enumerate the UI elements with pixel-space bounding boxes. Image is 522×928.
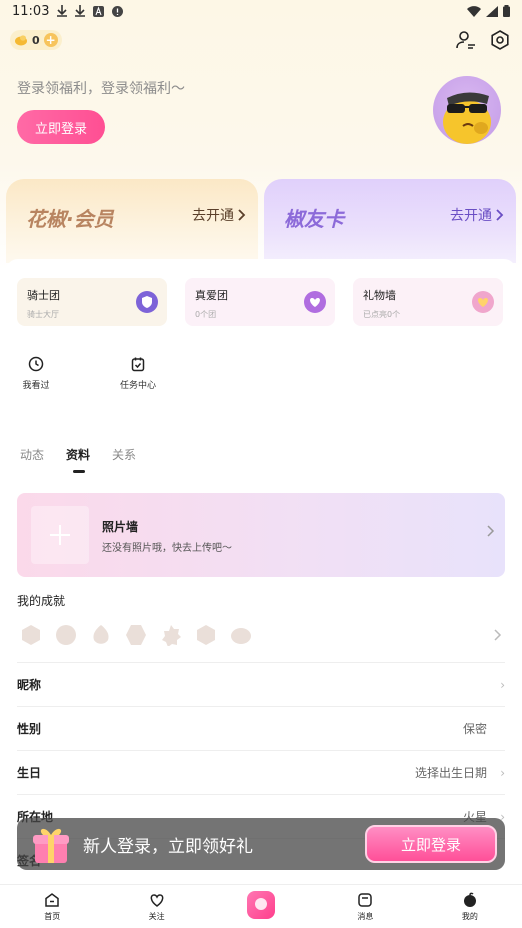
nav-live[interactable] [209, 885, 313, 928]
vip-open-link[interactable]: 去开通 [192, 205, 246, 225]
birthday-value: 选择出生日期 [414, 766, 487, 780]
gender-row[interactable]: 性别 保密 [17, 706, 505, 750]
bottom-nav: 首页 关注 消息 我的 [0, 884, 522, 928]
gift-wall-card[interactable]: 礼物墙 已点亮0个 [353, 278, 503, 326]
chevron-right-icon [487, 525, 495, 537]
history-label: 我看过 [22, 381, 50, 391]
chevron-right-icon [238, 209, 246, 221]
mascot-avatar-icon [443, 92, 491, 144]
coin-balance[interactable]: 0 + [10, 30, 62, 50]
vip-membership-title: 花椒·会员 [26, 207, 114, 231]
coin-count: 0 [32, 33, 40, 47]
status-time: 11:03 [12, 3, 50, 19]
chevron-right-icon: › [500, 765, 505, 780]
login-button[interactable]: 立即登录 [17, 110, 105, 144]
shield-icon [136, 291, 158, 313]
follow-heart-icon [150, 894, 164, 907]
tab-relations[interactable]: 关系 [112, 446, 136, 463]
achievement-badge-icon [162, 625, 181, 646]
chevron-right-icon [496, 209, 504, 221]
download-icon [57, 5, 68, 17]
coin-icon [15, 35, 27, 46]
home-icon [45, 893, 59, 907]
fan-card-open-label: 去开通 [450, 208, 492, 224]
promo-text: 新人登录，立即领好礼 [83, 837, 253, 857]
alert-icon [112, 5, 124, 17]
nav-home[interactable]: 首页 [0, 885, 104, 928]
fan-card-title: 椒友卡 [284, 207, 344, 231]
achievement-badge-icon [197, 625, 215, 645]
profile-pepper-icon [463, 892, 476, 907]
live-center-icon [247, 891, 276, 919]
promo-login-button[interactable]: 立即登录 [365, 825, 497, 863]
nickname-label: 昵称 [17, 678, 42, 692]
task-center-link[interactable]: 任务中心 [108, 356, 168, 391]
wifi-icon [467, 5, 481, 17]
achievement-badge-icon [56, 625, 76, 645]
add-coin-icon[interactable]: + [43, 33, 58, 47]
achievement-badges[interactable] [20, 624, 252, 646]
settings-icon[interactable] [489, 29, 511, 51]
chevron-right-icon[interactable] [494, 629, 502, 641]
achievement-badge-icon [231, 628, 251, 644]
birthday-label: 生日 [17, 766, 42, 780]
nav-home-label: 首页 [44, 912, 61, 921]
signal-icon [486, 5, 498, 17]
gift-wall-sub: 已点亮0个 [363, 310, 401, 319]
nav-follow-label: 关注 [148, 912, 165, 921]
fan-card-open-link[interactable]: 去开通 [450, 205, 504, 225]
history-link[interactable]: 我看过 [6, 356, 66, 391]
knight-group-sub: 骑士大厅 [27, 310, 59, 319]
nickname-row[interactable]: 昵称 › [17, 662, 505, 706]
photo-wall-subtitle: 还没有照片哦，快去上传吧～ [102, 543, 232, 554]
heart-icon [472, 291, 494, 313]
achievement-badge-icon [126, 625, 146, 645]
nav-mine[interactable]: 我的 [418, 885, 522, 928]
battery-icon [503, 5, 510, 17]
birthday-row[interactable]: 生日 选择出生日期 › [17, 750, 505, 794]
photo-wall[interactable]: 照片墙 还没有照片哦，快去上传吧～ [17, 493, 505, 577]
download-icon [75, 5, 86, 17]
new-user-promo-banner[interactable]: 新人登录，立即领好礼 立即登录 [17, 818, 505, 870]
vip-membership-card[interactable]: 花椒·会员 去开通 [6, 179, 258, 263]
achievement-badge-icon [93, 625, 109, 644]
knight-group-card[interactable]: 骑士团 骑士大厅 [17, 278, 167, 326]
plus-icon [50, 525, 70, 545]
fan-card[interactable]: 椒友卡 去开通 [264, 179, 516, 263]
clock-icon [28, 356, 44, 372]
message-icon [358, 893, 373, 907]
login-tip: 登录领福利，登录领福利～ [17, 81, 185, 97]
nav-mine-label: 我的 [461, 912, 478, 921]
achievements-title: 我的成就 [17, 594, 66, 608]
profile-tabs: 动态 资料 关系 [20, 446, 136, 473]
app-a-icon [93, 5, 105, 17]
gift-box-icon [33, 828, 69, 863]
vip-open-label: 去开通 [192, 208, 234, 224]
gender-label: 性别 [17, 722, 42, 736]
heart-hands-icon [304, 291, 326, 313]
chevron-right-icon: › [500, 677, 505, 692]
contacts-icon[interactable] [455, 29, 477, 51]
tab-profile[interactable]: 资料 [66, 446, 90, 473]
nav-messages-label: 消息 [357, 912, 374, 921]
avatar[interactable] [433, 76, 501, 144]
task-center-label: 任务中心 [119, 381, 156, 391]
status-bar: 11:03 [0, 0, 522, 22]
fan-club-sub: 0个团 [195, 310, 217, 319]
achievement-badge-icon [22, 625, 40, 645]
tab-feed[interactable]: 动态 [20, 446, 44, 463]
photo-wall-title: 照片墙 [102, 520, 139, 534]
nav-messages[interactable]: 消息 [313, 885, 417, 928]
task-check-icon [131, 357, 145, 372]
gender-value: 保密 [462, 722, 487, 736]
fan-club-card[interactable]: 真爱团 0个团 [185, 278, 335, 326]
add-photo-button[interactable] [31, 506, 89, 564]
nav-follow[interactable]: 关注 [104, 885, 208, 928]
